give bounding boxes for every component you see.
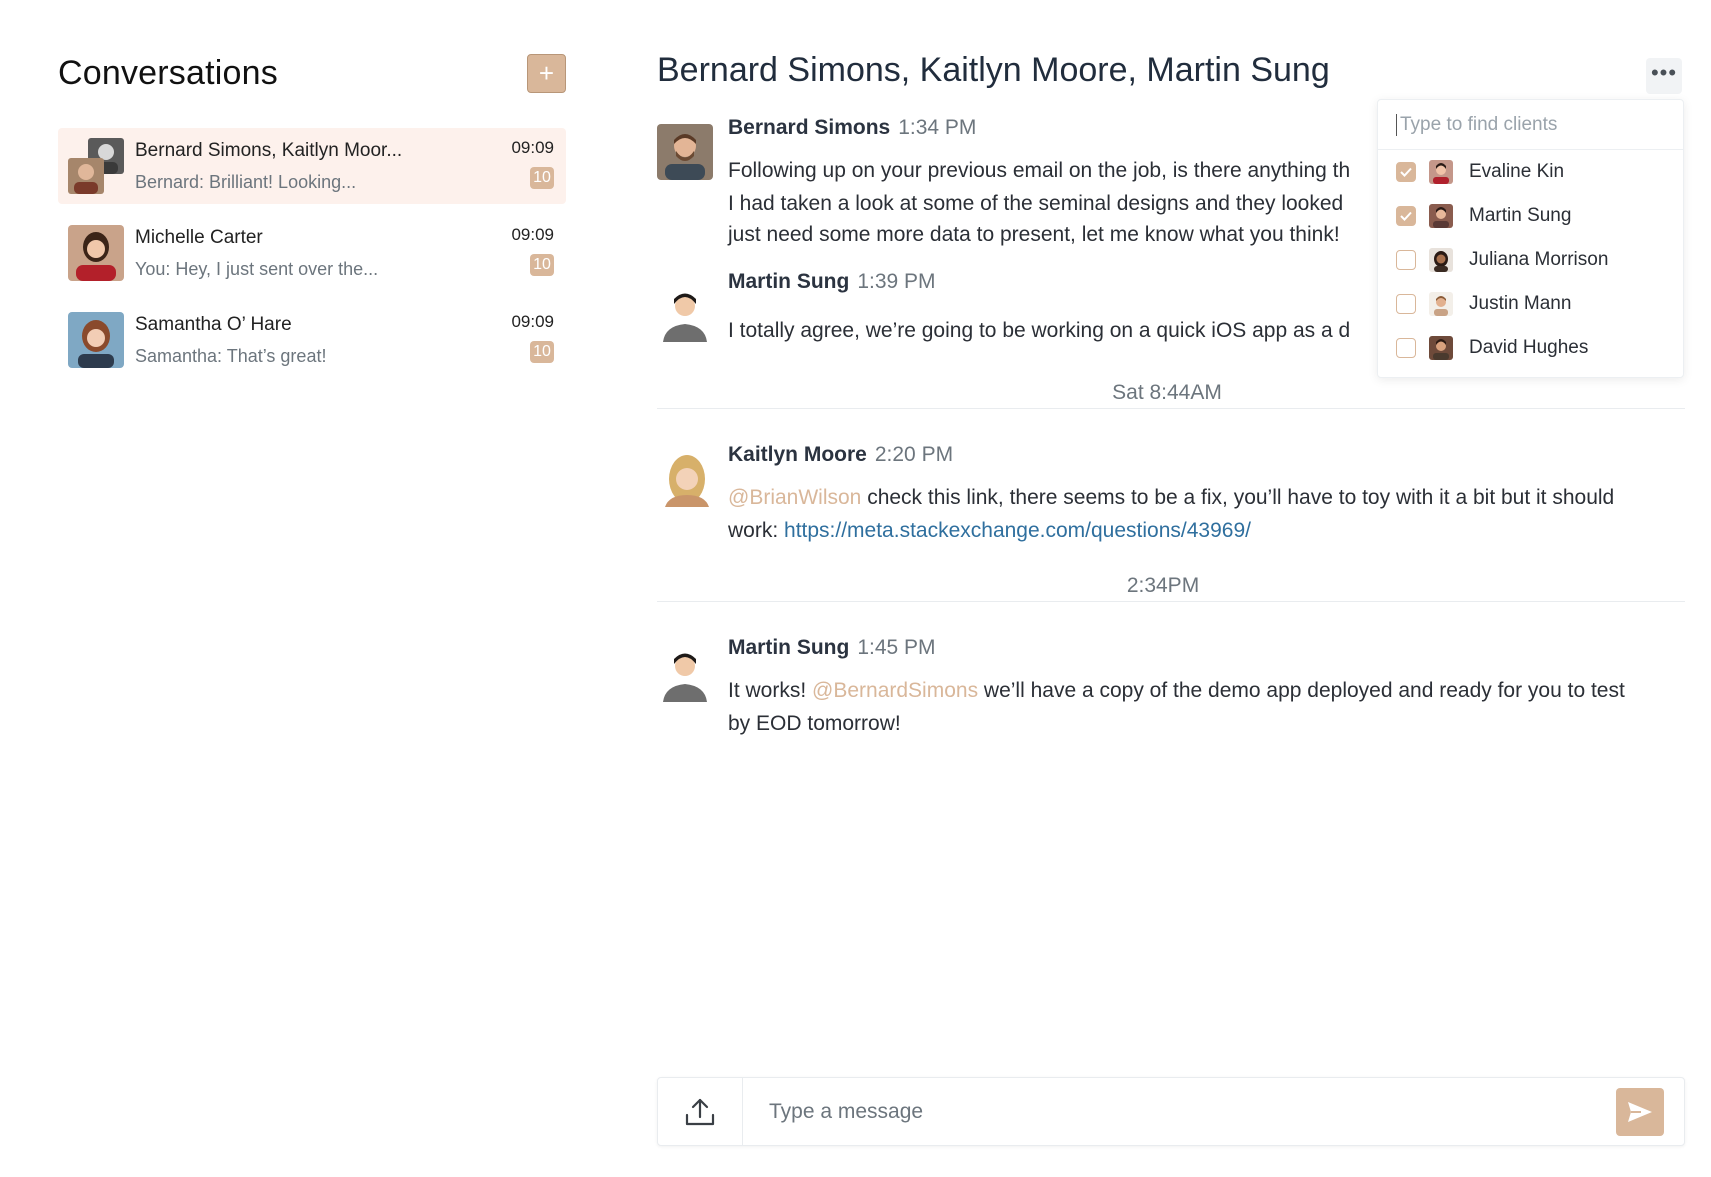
message-line: we’ll have a copy of the demo app deploy… [978,679,1625,702]
message-line: It works! [728,679,813,702]
client-option[interactable]: Evaline Kin [1378,150,1683,194]
unread-badge: 10 [530,341,554,363]
client-checkbox[interactable] [1396,294,1416,314]
conversation-preview: You: Hey, I just sent over the... [135,259,379,279]
avatar [657,286,713,342]
conversation-name: Michelle Carter [135,227,263,248]
more-options-button[interactable]: ••• [1646,58,1682,94]
message-header: Kaitlyn Moore 2:20 PM [728,443,953,467]
client-name: David Hughes [1469,337,1589,358]
unread-badge: 10 [530,167,554,189]
client-checkbox[interactable] [1396,250,1416,270]
date-divider-label: Sat 8:44AM [1096,381,1238,405]
message-time: 1:34 PM [898,116,977,139]
client-option[interactable]: David Hughes [1378,326,1683,370]
message-input[interactable] [743,1078,1616,1145]
message-time: 1:45 PM [857,636,936,659]
avatar [1429,204,1453,228]
date-divider [657,408,1685,409]
client-name: Martin Sung [1469,205,1572,226]
date-divider-label: 2:34PM [1110,574,1216,598]
client-name: Juliana Morrison [1469,249,1609,270]
user-mention[interactable]: @BrianWilson [728,486,861,509]
conversation-item-group[interactable]: Bernard Simons, Kaitlyn Moor... Bernard:… [58,128,566,204]
client-checkbox[interactable] [1396,338,1416,358]
client-option[interactable]: Martin Sung [1378,194,1683,238]
client-picker-dropdown: Evaline Kin Martin Sung Juliana Morrison… [1377,99,1684,378]
message-line: work: [728,519,785,542]
client-checkbox[interactable] [1396,206,1416,226]
avatar [657,451,713,507]
new-conversation-button[interactable]: + [527,53,566,93]
client-name: Evaline Kin [1469,161,1565,182]
client-search [1378,100,1683,150]
check-icon [1400,167,1412,177]
message-author: Martin Sung [728,270,850,293]
message-link[interactable]: https://meta.stackexchange.com/questions… [784,519,1251,542]
conversation-name: Samantha O’ Hare [135,314,292,335]
conversation-list: Bernard Simons, Kaitlyn Moor... Bernard:… [58,128,566,378]
client-option[interactable]: Justin Mann [1378,282,1683,326]
date-divider [657,601,1685,602]
message-header: Martin Sung 1:39 PM [728,270,936,294]
conversation-time: 09:09 [511,138,554,157]
message-line: by EOD tomorrow! [728,712,901,735]
upload-button[interactable] [658,1078,743,1145]
avatar [1429,160,1453,184]
client-checkbox[interactable] [1396,162,1416,182]
conversation-name: Bernard Simons, Kaitlyn Moor... [135,140,403,161]
client-option[interactable]: Juliana Morrison [1378,238,1683,282]
conversation-time: 09:09 [511,225,554,244]
avatar [1429,292,1453,316]
sidebar-title: Conversations [58,53,278,92]
group-avatar [68,138,124,194]
check-icon [1400,211,1412,221]
send-button[interactable] [1616,1087,1664,1136]
message-header: Martin Sung 1:45 PM [728,636,936,660]
message-author: Bernard Simons [728,116,891,139]
client-search-input[interactable] [1396,113,1666,136]
upload-icon [685,1098,715,1125]
avatar [68,225,124,281]
message-author: Kaitlyn Moore [728,443,867,466]
avatar [657,124,713,180]
sidebar-header: Conversations + [58,40,566,106]
avatar [657,646,713,702]
user-mention[interactable]: @BernardSimons [812,679,978,702]
conversations-sidebar: Conversations + Bernard Simons, Kaitlyn … [58,40,566,389]
avatar [1429,248,1453,272]
avatar [68,312,124,368]
message-author: Martin Sung [728,636,850,659]
conversation-preview: Samantha: That’s great! [135,346,327,366]
client-name: Justin Mann [1469,293,1572,314]
message-composer [657,1077,1685,1146]
message-text: It works! @BernardSimons we’ll have a co… [728,674,1678,740]
send-icon [1628,1101,1652,1122]
message-header: Bernard Simons 1:34 PM [728,116,976,140]
message-time: 1:39 PM [857,270,936,293]
chat-title: Bernard Simons, Kaitlyn Moore, Martin Su… [657,51,1330,89]
conversation-item-samantha[interactable]: Samantha O’ Hare Samantha: That’s great!… [58,302,566,378]
conversation-time: 09:09 [511,312,554,331]
unread-badge: 10 [530,254,554,276]
avatar [1429,336,1453,360]
message-time: 2:20 PM [874,443,954,466]
message-line: check this link, there seems to be a fix… [861,486,1615,509]
message-text: @BrianWilson check this link, there seem… [728,481,1678,547]
conversation-item-michelle[interactable]: Michelle Carter You: Hey, I just sent ov… [58,215,566,291]
conversation-preview: Bernard: Brilliant! Looking... [135,172,357,192]
